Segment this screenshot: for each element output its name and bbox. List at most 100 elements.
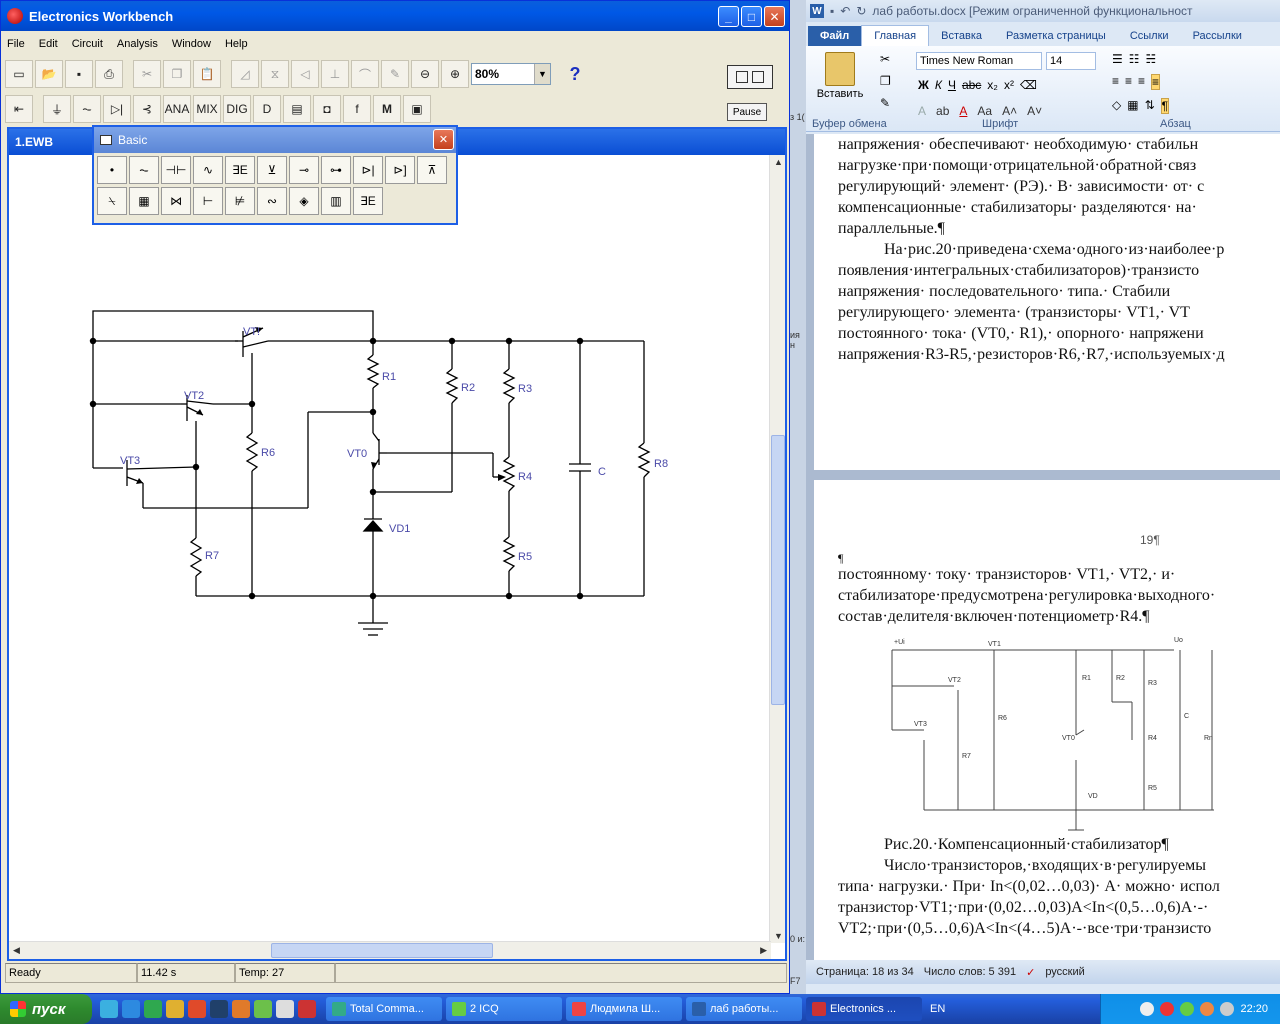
font-size-select[interactable]: 14 [1046, 52, 1096, 70]
floppy-icon[interactable] [276, 1000, 294, 1018]
power-switch[interactable] [727, 65, 773, 89]
menu-circuit[interactable]: Circuit [72, 38, 103, 50]
polarized-capacitor-icon[interactable]: ⊢ [193, 187, 223, 215]
transformer-icon[interactable]: ∃E [225, 156, 255, 184]
font-color-icon[interactable]: A [959, 104, 967, 118]
volume-icon[interactable] [1220, 1002, 1235, 1016]
spellcheck-icon[interactable]: ✓ [1026, 966, 1035, 979]
chrome-icon[interactable] [188, 1000, 206, 1018]
digital-ics-bin-icon[interactable]: DIG [223, 95, 251, 123]
full-wave-bridge-icon[interactable]: ◈ [289, 187, 319, 215]
paste-button[interactable]: Вставить [817, 52, 863, 100]
save-icon[interactable]: ▪ [65, 60, 93, 88]
open-folder-icon[interactable]: 📂 [35, 60, 63, 88]
strikethrough-icon[interactable]: abc [962, 78, 981, 92]
horizontal-scroll-thumb[interactable] [271, 943, 493, 958]
start-button[interactable]: пуск [0, 994, 92, 1024]
connector-icon[interactable]: • [97, 156, 127, 184]
network-icon[interactable] [1140, 1002, 1155, 1016]
component-properties-icon[interactable]: ✎ [381, 60, 409, 88]
maximize-button[interactable]: □ [741, 6, 762, 27]
task-chrome[interactable]: Людмила Ш... [566, 997, 682, 1021]
tab-home[interactable]: Главная [861, 25, 930, 46]
status-language[interactable]: русский [1045, 966, 1084, 978]
pullup-resistor-icon[interactable]: ⊼ [417, 156, 447, 184]
antivirus-icon[interactable] [1160, 1002, 1175, 1016]
change-case-icon[interactable]: Aa [977, 104, 992, 118]
task-icq[interactable]: 2 ICQ [446, 997, 562, 1021]
horizontal-scrollbar[interactable]: ◀ ▶ [9, 941, 771, 959]
close-button[interactable]: ✕ [764, 6, 785, 27]
menu-help[interactable]: Help [225, 38, 248, 50]
pause-button[interactable]: Pause [727, 103, 767, 121]
mixed-ics-bin-icon[interactable]: MIX [193, 95, 221, 123]
magnetic-core-icon[interactable]: ∃E [353, 187, 383, 215]
tab-page-layout[interactable]: Разметка страницы [994, 26, 1118, 46]
voltage-controlled-switch-icon[interactable]: ⋈ [161, 187, 191, 215]
tab-mailings[interactable]: Рассылки [1181, 26, 1254, 46]
language-indicator[interactable]: EN [930, 1003, 960, 1015]
cut-icon[interactable]: ✂ [133, 60, 161, 88]
justify-icon[interactable]: ≡ [1151, 74, 1161, 90]
print-icon[interactable]: ⎙ [95, 60, 123, 88]
variable-inductor-icon[interactable]: ∾ [257, 187, 287, 215]
status-page[interactable]: Страница: 18 из 34 [816, 966, 914, 978]
numbering-icon[interactable]: ☷ [1129, 52, 1140, 66]
superscript-icon[interactable]: x² [1004, 78, 1014, 92]
voltage-switch-icon[interactable]: ⊳| [353, 156, 383, 184]
help-icon[interactable]: ? [561, 60, 589, 88]
align-right-icon[interactable]: ≡ [1138, 74, 1145, 90]
icq-icon[interactable] [144, 1000, 162, 1018]
redo-icon[interactable]: ↻ [856, 4, 866, 18]
menu-file[interactable]: File [7, 38, 25, 50]
current-switch-icon[interactable]: ⊳] [385, 156, 415, 184]
desktop-icon[interactable] [100, 1000, 118, 1018]
cut-icon[interactable]: ✂ [880, 52, 890, 66]
sort-icon[interactable]: ⇅ [1145, 98, 1155, 114]
tray-app-icon[interactable] [1200, 1002, 1215, 1016]
favorites-bin-icon[interactable]: ⇤ [5, 95, 33, 123]
multilevel-list-icon[interactable]: ☵ [1146, 52, 1157, 66]
transistors-bin-icon[interactable]: ⊰ [133, 95, 161, 123]
icq-tray-icon[interactable] [1180, 1002, 1195, 1016]
save-icon[interactable]: ▪ [830, 4, 834, 18]
scroll-left-icon[interactable]: ◀ [13, 945, 20, 956]
variable-capacitor-icon[interactable]: ⊭ [225, 187, 255, 215]
flip-horizontal-icon[interactable]: ⧖ [261, 60, 289, 88]
subscript-icon[interactable]: x₂ [987, 78, 998, 92]
task-total-commander[interactable]: Total Comma... [326, 997, 442, 1021]
nonlinear-transformer-icon[interactable]: ▥ [321, 187, 351, 215]
ewb-titlebar[interactable]: Electronics Workbench _ □ ✕ [1, 1, 789, 31]
new-file-icon[interactable]: ▭ [5, 60, 33, 88]
task-electronics-workbench[interactable]: Electronics ... [806, 997, 922, 1021]
time-delay-switch-icon[interactable]: ⊶ [321, 156, 351, 184]
bullets-icon[interactable]: ☰ [1112, 52, 1123, 66]
align-left-icon[interactable]: ≡ [1112, 74, 1119, 90]
flower-icon[interactable] [254, 1000, 272, 1018]
menu-window[interactable]: Window [172, 38, 211, 50]
tool-icon[interactable] [166, 1000, 184, 1018]
graph-icon[interactable]: ⌒ [351, 60, 379, 88]
scroll-down-icon[interactable]: ▼ [774, 931, 783, 941]
highlight-icon[interactable]: ab [936, 104, 949, 118]
circuit-schematic[interactable]: VT! VT2 VT3 VT0 VD1 R1 R2 R3 R4 R5 R6 R7… [9, 155, 769, 943]
controls-bin-icon[interactable]: f [343, 95, 371, 123]
task-word[interactable]: лаб работы... [686, 997, 802, 1021]
word-titlebar[interactable]: W ▪ ↶ ↻ лаб работы.docx [Режим ограничен… [806, 0, 1280, 22]
undo-icon[interactable]: ↶ [840, 4, 850, 18]
zoom-out-icon[interactable]: ⊖ [411, 60, 439, 88]
scroll-right-icon[interactable]: ▶ [760, 945, 767, 956]
status-words[interactable]: Число слов: 5 391 [924, 966, 1016, 978]
instruments-bin-icon[interactable]: ▣ [403, 95, 431, 123]
underline-icon[interactable]: Ч [948, 78, 956, 92]
shading-icon[interactable]: ◇ [1112, 98, 1121, 114]
tab-references[interactable]: Ссылки [1118, 26, 1181, 46]
copy-icon[interactable]: ❐ [880, 74, 891, 88]
paste-icon[interactable]: 📋 [193, 60, 221, 88]
scroll-up-icon[interactable]: ▲ [774, 157, 783, 167]
italic-icon[interactable]: К [935, 78, 942, 92]
sources-bin-icon[interactable]: ⏚ [43, 95, 71, 123]
flip-vertical-icon[interactable]: ◁ [291, 60, 319, 88]
vertical-scrollbar[interactable]: ▲ ▼ [769, 155, 785, 943]
grow-font-icon[interactable]: A˄ [1002, 104, 1017, 118]
